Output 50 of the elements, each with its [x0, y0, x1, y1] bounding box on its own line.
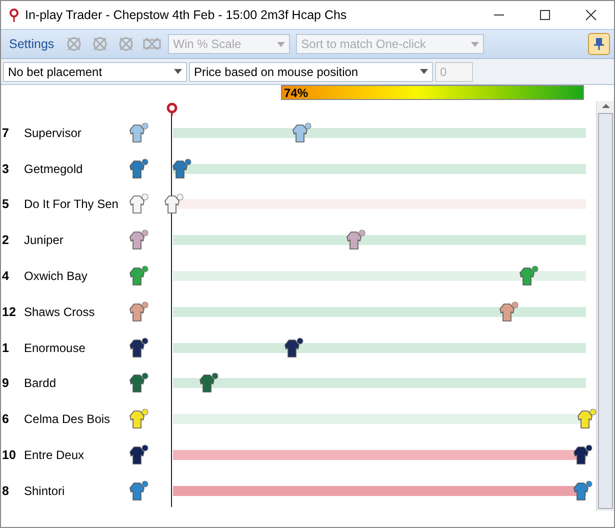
- runner-number: 9: [1, 376, 10, 390]
- price-dropdown[interactable]: Price based on mouse position: [189, 62, 433, 82]
- scroll-up-icon[interactable]: [600, 101, 610, 111]
- runner-number: 7: [1, 126, 10, 140]
- jockey-silk-icon: [127, 372, 149, 394]
- runner-name: Juniper: [24, 233, 64, 248]
- settings-link[interactable]: Settings: [9, 37, 54, 51]
- start-marker-icon: [166, 102, 178, 116]
- runner-number: 10: [1, 448, 17, 462]
- scrollbar[interactable]: [596, 101, 614, 511]
- jockey-silk-icon: [127, 265, 149, 288]
- runner-number: 12: [1, 304, 17, 319]
- runner-name: Getmegold: [24, 162, 84, 176]
- runner-number: 5: [1, 197, 10, 212]
- runner-number: 8: [1, 484, 10, 498]
- runner-name: Enormouse: [24, 340, 86, 355]
- runner-number: 1: [1, 340, 10, 355]
- runner-name: Shintori: [24, 484, 66, 498]
- window-title: In-play Trader - Chepstow 4th Feb - 15:00 2m3f Hcap Chs: [25, 8, 347, 22]
- jockey-silk-icon: [127, 229, 149, 252]
- runner-name: Celma Des Bois: [24, 412, 112, 426]
- jockey-silk-icon: [127, 300, 149, 323]
- jockey-silk-icon: [127, 444, 149, 466]
- runner-name: Do It For Thy Sen: [24, 197, 120, 212]
- close-icon[interactable]: [585, 9, 597, 21]
- runner-name: Bardd: [24, 376, 58, 390]
- pin-marker-icon: [9, 8, 19, 22]
- pin-button[interactable]: [588, 33, 610, 55]
- percentage-bar: 74%: [281, 85, 584, 100]
- maximize-icon[interactable]: [539, 9, 551, 21]
- runner-number: 6: [1, 412, 10, 426]
- caret-icon: [471, 42, 480, 46]
- caret-icon: [420, 69, 428, 74]
- jockey-silk-icon: [127, 193, 149, 216]
- jockey-silk-icon: [127, 408, 149, 430]
- runner-number: 3: [1, 162, 10, 176]
- jockey-silk-icon: [127, 122, 149, 144]
- pin-icon: [593, 37, 605, 51]
- runner-name: Shaws Cross: [24, 304, 96, 319]
- caret-icon: [277, 42, 286, 46]
- jockey-silk-icon: [127, 158, 149, 180]
- jockey-silk-icon: [127, 336, 149, 359]
- bet-dropdown[interactable]: No bet placement: [3, 62, 187, 82]
- jockey-silk-icon: [127, 480, 149, 502]
- runner-name: Supervisor: [24, 126, 82, 140]
- caret-icon: [174, 69, 182, 74]
- runner-number: 4: [1, 269, 10, 284]
- runner-number: 2: [1, 233, 10, 248]
- runner-name: Oxwich Bay: [24, 269, 88, 284]
- runner-name: Entre Deux: [24, 448, 86, 462]
